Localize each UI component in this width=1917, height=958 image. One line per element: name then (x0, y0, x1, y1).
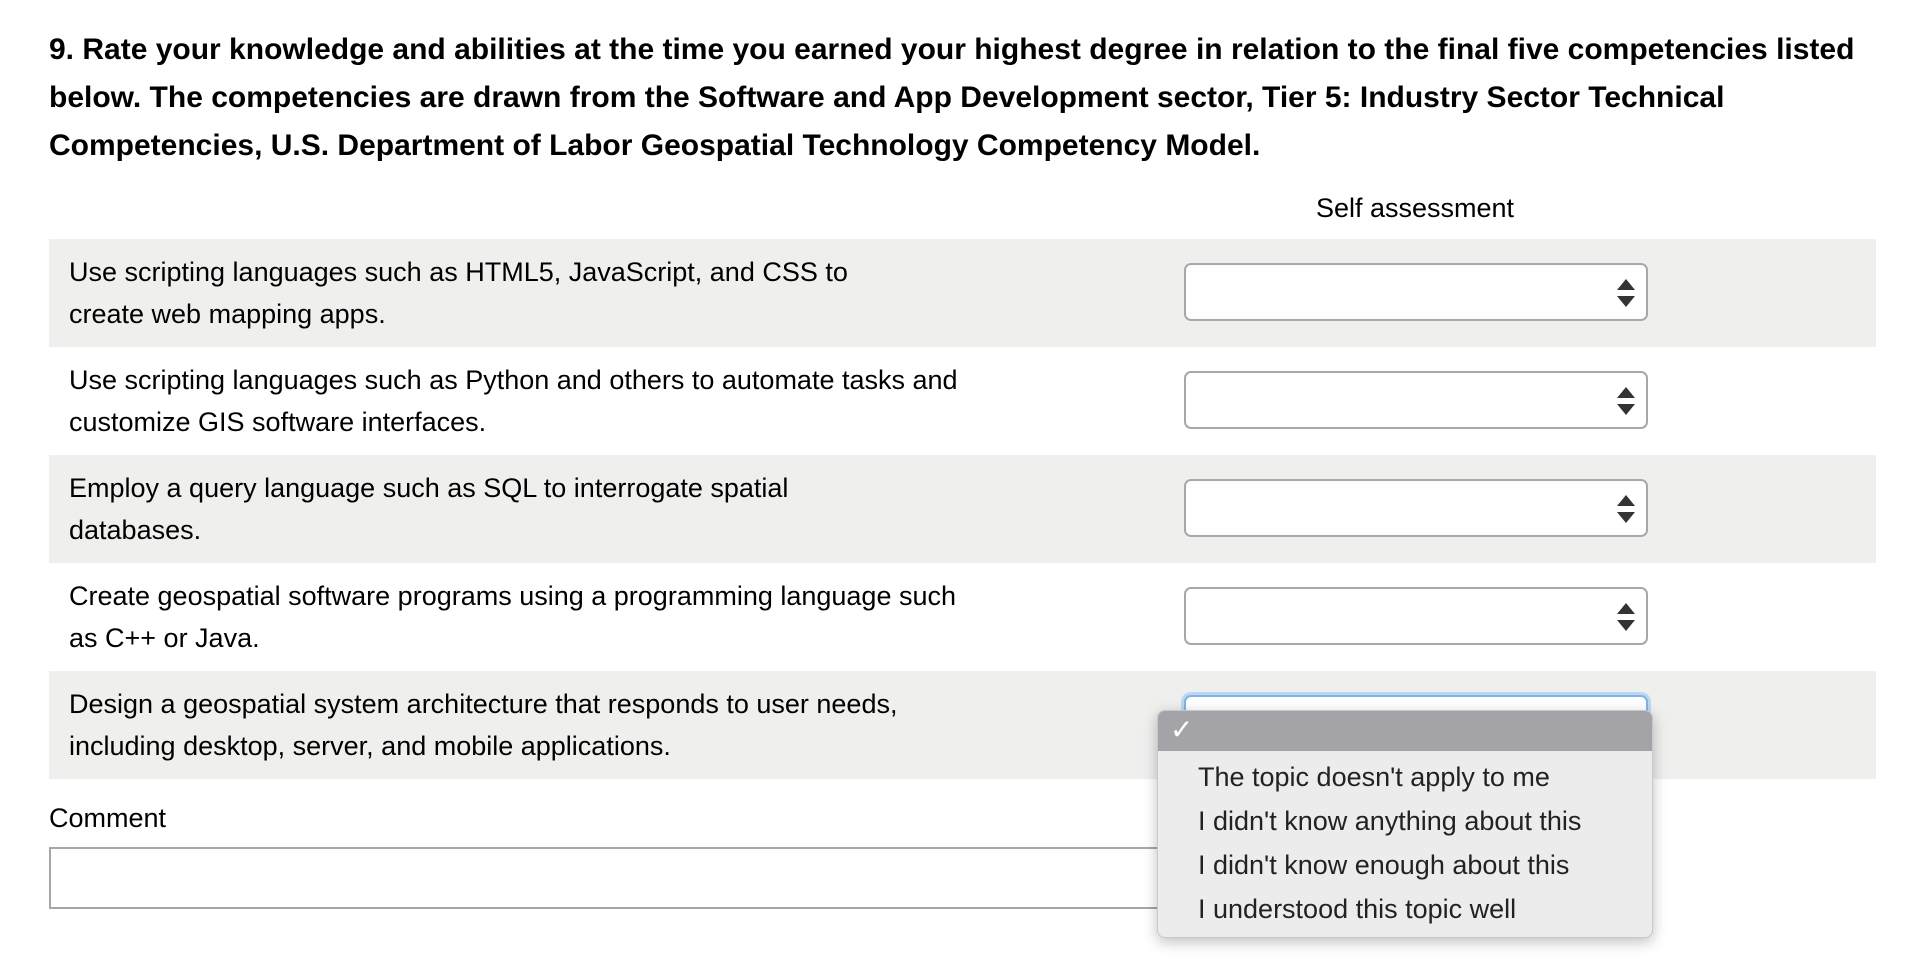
comment-label: Comment (49, 803, 167, 833)
dropdown-option[interactable]: I understood this topic well (1158, 887, 1652, 931)
self-assessment-select-1[interactable] (1184, 263, 1648, 321)
competency-label: Use scripting languages such as HTML5, J… (69, 257, 848, 329)
competency-label: Create geospatial software programs usin… (69, 581, 956, 653)
self-assessment-select-4[interactable] (1184, 587, 1648, 645)
up-down-chevron-icon (1616, 494, 1636, 524)
self-assessment-select-3[interactable] (1184, 479, 1648, 537)
dropdown-option[interactable]: I didn't know anything about this (1158, 799, 1652, 843)
self-assessment-select-2[interactable] (1184, 371, 1648, 429)
question-text: 9. Rate your knowledge and abilities at … (49, 33, 1855, 162)
column-header-self-assessment: Self assessment (1315, 193, 1515, 223)
comment-input[interactable] (49, 847, 1189, 909)
checkmark-icon: ✓ (1170, 714, 1194, 745)
dropdown-option[interactable]: I didn't know enough about this (1158, 843, 1652, 887)
competency-label: Design a geospatial system architecture … (69, 689, 898, 761)
competency-label: Employ a query language such as SQL to i… (69, 473, 789, 545)
dropdown-option[interactable]: The topic doesn't apply to me (1158, 755, 1652, 799)
up-down-chevron-icon (1616, 602, 1636, 632)
competency-label: Use scripting languages such as Python a… (69, 365, 958, 437)
dropdown-option-blank-selected[interactable]: ✓ (1158, 711, 1652, 751)
competency-row-3: Employ a query language such as SQL to i… (49, 455, 1876, 563)
competency-row-2: Use scripting languages such as Python a… (49, 347, 1876, 455)
competency-row-1: Use scripting languages such as HTML5, J… (49, 239, 1876, 347)
competency-row-4: Create geospatial software programs usin… (49, 563, 1876, 671)
up-down-chevron-icon (1616, 386, 1636, 416)
up-down-chevron-icon (1616, 278, 1636, 308)
self-assessment-dropdown-menu[interactable]: ✓ The topic doesn't apply to me I didn't… (1157, 710, 1653, 938)
